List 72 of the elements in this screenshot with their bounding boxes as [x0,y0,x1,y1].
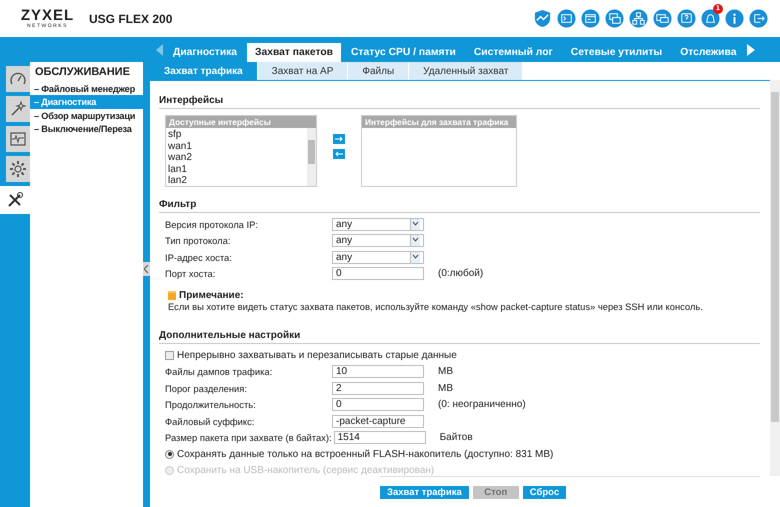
help-icon[interactable] [677,9,696,28]
checkbox[interactable] [165,350,174,360]
input-field[interactable]: 0 [332,398,424,412]
input-field[interactable]: 1514 [334,431,426,444]
network-icon[interactable] [629,9,648,28]
collapse-handle[interactable] [143,262,150,276]
dropdown[interactable]: any [332,250,424,264]
field-label: Тип протокола: [165,235,232,246]
info-icon[interactable] [725,9,744,28]
section-heading: Интерфейсы [159,91,760,109]
radio-label: Сохранять данные только на встроенный FLASH-накопитель (доступно: 831 MB) [177,448,554,460]
radio-label: Сохранить на USB-накопитель (сервис деактивирован) [177,465,434,476]
field-hint: MB [438,366,453,378]
field-label: Файлы дампов трафика: [165,366,274,378]
section-heading: Дополнительные настройки [159,326,760,344]
input-field[interactable]: -packet-capture [332,414,424,428]
field-hint: MB [438,382,453,394]
field-label: Размер пакета при захвате (в байтах): [165,432,333,444]
interface-list[interactable]: Доступные интерфейсы sfp wan1 wan2 lan1 lan2 [165,115,317,187]
terminal-icon[interactable] [557,9,576,28]
input-field[interactable]: 10 [332,365,424,378]
input-field[interactable]: 0 [332,267,424,280]
field-label: Версия протокола IP: [165,218,259,230]
scrollbar-thumb[interactable] [308,140,315,164]
field-label: Файловый суффикс: [165,416,256,427]
arrow-right-icon [335,136,343,142]
list-item[interactable]: sfp [168,129,305,140]
note-title: Примечание: [179,290,244,301]
field-hint: (0: неограниченно) [438,399,526,410]
settings-icon [8,159,28,179]
remove-button[interactable] [333,149,345,159]
note-text: Если вы хотите видеть статус захвата пакетов, используйте команду «show packet-capture status» через SSH или консоль. [168,301,704,312]
field-label: Порт хоста: [165,268,216,280]
list-item[interactable]: lan1 [168,164,305,175]
add-button[interactable] [333,134,345,144]
menu-title: ОБСЛУЖИВАНИЕ [34,66,131,80]
chevron-left-icon [144,265,149,273]
radio-button[interactable] [165,450,174,459]
note-icon [168,291,176,300]
subtab[interactable]: Файлы [348,62,410,80]
dropdown[interactable]: any [332,218,424,231]
sidebar-tab[interactable] [0,186,30,214]
scroll-right-icon[interactable] [746,44,756,56]
subtab[interactable]: Удаленный захват [409,62,524,80]
list-item[interactable]: wan1 [168,140,305,152]
list-item[interactable]: lan2 [168,175,305,186]
list-header: Интерфейсы для захвата трафика [362,116,516,128]
field-hint: Байтов [440,432,473,444]
windows-icon[interactable] [605,9,624,28]
field-hint: (0:любой) [438,268,484,280]
logout-icon[interactable] [749,9,768,28]
list-scrollbar[interactable] [307,128,316,186]
window-icon[interactable] [581,9,600,28]
chat-icon[interactable] [653,9,672,28]
field-label: IP-адрес хоста: [165,252,233,263]
input-field[interactable]: 2 [332,382,424,395]
scrollbar-thumb[interactable] [771,92,779,422]
subtab[interactable]: Захват на AP [258,62,348,80]
bell-icon[interactable] [701,9,720,28]
shield-icon[interactable] [533,9,552,28]
section-heading: Фильтр [159,195,760,213]
list-item[interactable]: wan2 [168,152,305,164]
field-label: Продолжительность: [165,399,257,410]
dropdown[interactable]: any [332,234,424,248]
tab[interactable]: Захват пакетов [247,43,341,62]
device-model: USG FLEX 200 [89,12,172,26]
list-header: Доступные интерфейсы [166,116,316,128]
checkbox-label: Непрерывно захватывать и перезаписывать старые данные [177,350,457,361]
field-label: Порог разделения: [165,382,248,394]
logo-text: ZYXEL [20,8,74,23]
arrow-left-icon [335,151,343,157]
scrollbar[interactable] [770,80,780,476]
